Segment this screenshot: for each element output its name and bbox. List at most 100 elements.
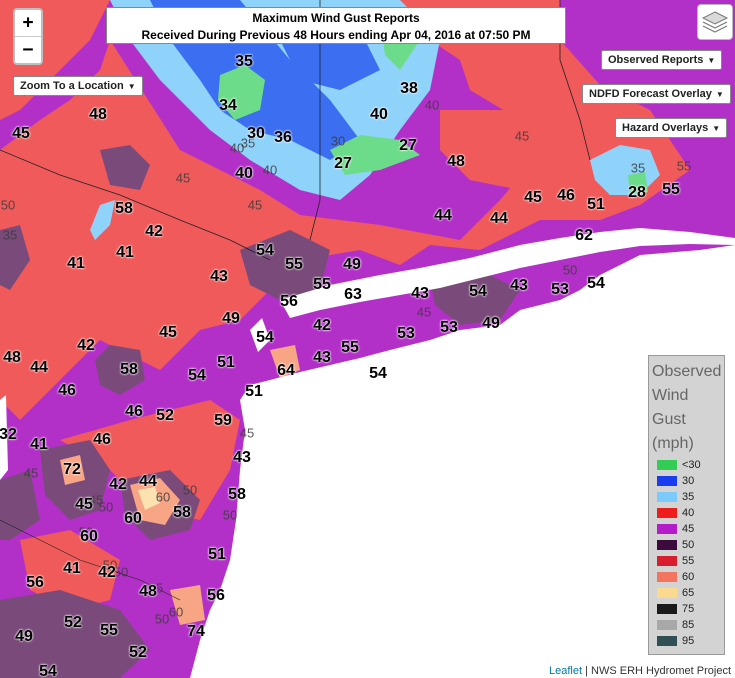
- gust-observation[interactable]: 53: [551, 281, 569, 299]
- gust-observation[interactable]: 46: [557, 187, 575, 205]
- legend-label: 95: [682, 635, 695, 647]
- gust-observation[interactable]: 44: [434, 207, 452, 225]
- gust-observation[interactable]: 60: [80, 528, 98, 546]
- gust-observation[interactable]: 41: [67, 255, 85, 273]
- legend-title-line: Wind: [652, 387, 689, 404]
- gust-observation[interactable]: 43: [210, 268, 228, 286]
- gust-observation[interactable]: 41: [116, 244, 134, 262]
- gust-observation[interactable]: 51: [245, 383, 263, 401]
- gust-observation[interactable]: 53: [440, 319, 458, 337]
- layers-icon: [701, 11, 729, 33]
- gust-observation[interactable]: 51: [208, 546, 226, 564]
- gust-observation[interactable]: 43: [411, 285, 429, 303]
- gust-observation[interactable]: 45: [159, 324, 177, 342]
- ndfd-overlay-dropdown[interactable]: NDFD Forecast Overlay ▼: [582, 84, 731, 104]
- isoline-label: 50: [0, 197, 16, 213]
- legend-label: 50: [682, 539, 695, 551]
- gust-observation[interactable]: 55: [313, 276, 331, 294]
- gust-observation[interactable]: 53: [397, 325, 415, 343]
- gust-observation[interactable]: 56: [26, 574, 44, 592]
- gust-observation[interactable]: 58: [120, 361, 138, 379]
- gust-observation[interactable]: 41: [63, 560, 81, 578]
- gust-observation[interactable]: 52: [156, 407, 174, 425]
- gust-observation[interactable]: 42: [313, 317, 331, 335]
- gust-observation[interactable]: 54: [369, 365, 387, 383]
- zoom-out-button[interactable]: −: [15, 36, 41, 63]
- gust-observation[interactable]: 55: [341, 339, 359, 357]
- gust-observation[interactable]: 45: [75, 496, 93, 514]
- gust-observation[interactable]: 54: [469, 283, 487, 301]
- gust-observation[interactable]: 38: [400, 80, 418, 98]
- gust-observation[interactable]: 49: [222, 310, 240, 328]
- gust-observation[interactable]: 30: [247, 125, 265, 143]
- gust-observation[interactable]: 42: [145, 223, 163, 241]
- gust-observation[interactable]: 40: [235, 165, 253, 183]
- legend-label: 35: [682, 491, 695, 503]
- gust-observation[interactable]: 63: [344, 286, 362, 304]
- gust-observation[interactable]: 44: [30, 359, 48, 377]
- gust-observation[interactable]: 35: [235, 53, 253, 71]
- gust-observation[interactable]: 42: [98, 564, 116, 582]
- gust-observation[interactable]: 43: [233, 449, 251, 467]
- gust-observation[interactable]: 48: [3, 349, 21, 367]
- gust-observation[interactable]: 42: [109, 476, 127, 494]
- gust-observation[interactable]: 54: [256, 329, 274, 347]
- gust-observation[interactable]: 40: [370, 106, 388, 124]
- legend-item: 65: [657, 587, 694, 599]
- gust-observation[interactable]: 59: [214, 412, 232, 430]
- zoom-in-button[interactable]: +: [15, 10, 41, 36]
- hazard-overlays-dropdown[interactable]: Hazard Overlays ▼: [615, 118, 728, 138]
- gust-observation[interactable]: 44: [490, 210, 508, 228]
- gust-observation[interactable]: 36: [274, 129, 292, 147]
- gust-observation[interactable]: 58: [115, 200, 133, 218]
- gust-observation[interactable]: 49: [343, 256, 361, 274]
- gust-observation[interactable]: 48: [139, 583, 157, 601]
- gust-observation[interactable]: 54: [39, 663, 57, 678]
- zoom-location-dropdown[interactable]: Zoom To a Location ▼: [13, 76, 143, 96]
- gust-observation[interactable]: 52: [64, 614, 82, 632]
- gust-observation[interactable]: 51: [217, 354, 235, 372]
- gust-observation[interactable]: 45: [524, 189, 542, 207]
- gust-observation[interactable]: 56: [207, 587, 225, 605]
- gust-observation[interactable]: 51: [587, 196, 605, 214]
- gust-observation[interactable]: 27: [399, 137, 417, 155]
- gust-observation[interactable]: 58: [228, 486, 246, 504]
- gust-observation[interactable]: 58: [173, 504, 191, 522]
- gust-observation[interactable]: 54: [587, 275, 605, 293]
- gust-observation[interactable]: 28: [628, 184, 646, 202]
- observed-reports-dropdown[interactable]: Observed Reports ▼: [601, 50, 723, 70]
- leaflet-link[interactable]: Leaflet: [549, 665, 582, 677]
- gust-observation[interactable]: 54: [256, 242, 274, 260]
- gust-observation[interactable]: 74: [187, 623, 205, 641]
- gust-observation[interactable]: 62: [575, 227, 593, 245]
- gust-observation[interactable]: 60: [124, 510, 142, 528]
- gust-observation[interactable]: 52: [129, 644, 147, 662]
- gust-observation[interactable]: 42: [77, 337, 95, 355]
- legend-swatch: [657, 556, 677, 567]
- gust-observation[interactable]: 32: [0, 426, 17, 444]
- gust-observation[interactable]: 55: [100, 622, 118, 640]
- gust-observation[interactable]: 55: [285, 256, 303, 274]
- legend-item: 40: [657, 507, 694, 519]
- gust-observation[interactable]: 43: [510, 277, 528, 295]
- gust-observation[interactable]: 43: [313, 349, 331, 367]
- gust-observation[interactable]: 48: [89, 106, 107, 124]
- gust-observation[interactable]: 49: [15, 628, 33, 646]
- gust-observation[interactable]: 34: [219, 97, 237, 115]
- gust-observation[interactable]: 64: [277, 362, 295, 380]
- legend-swatch: [657, 540, 677, 551]
- gust-observation[interactable]: 27: [334, 155, 352, 173]
- gust-observation[interactable]: 72: [63, 461, 81, 479]
- gust-observation[interactable]: 41: [30, 436, 48, 454]
- gust-observation[interactable]: 46: [58, 382, 76, 400]
- gust-observation[interactable]: 55: [662, 181, 680, 199]
- gust-observation[interactable]: 46: [125, 403, 143, 421]
- gust-observation[interactable]: 56: [280, 293, 298, 311]
- gust-observation[interactable]: 48: [447, 153, 465, 171]
- gust-observation[interactable]: 46: [93, 431, 111, 449]
- gust-observation[interactable]: 54: [188, 367, 206, 385]
- layers-button[interactable]: [697, 4, 733, 40]
- gust-observation[interactable]: 49: [482, 315, 500, 333]
- gust-observation[interactable]: 44: [139, 473, 157, 491]
- gust-observation[interactable]: 45: [12, 125, 30, 143]
